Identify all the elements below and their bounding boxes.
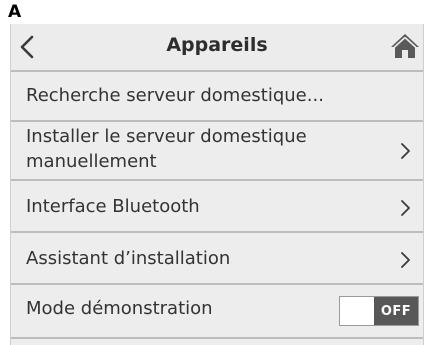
chevron-right-icon <box>401 143 410 159</box>
menu-item-demo-mode: Mode démonstration OFF <box>11 285 423 339</box>
home-icon[interactable] <box>389 32 421 60</box>
devices-screen: Appareils Recherche serveur domestique..… <box>10 24 424 345</box>
demo-mode-toggle[interactable]: OFF <box>339 296 419 326</box>
page-title: Appareils <box>166 34 268 56</box>
menu-item-label-line2: manuellement <box>26 151 157 172</box>
menu-item-label: Mode démonstration <box>26 298 213 319</box>
toggle-state-label: OFF <box>374 297 418 325</box>
header-bar: Appareils <box>11 24 423 72</box>
menu-item-label: Assistant d’installation <box>26 248 231 269</box>
menu-item-bluetooth-interface[interactable]: Interface Bluetooth <box>11 181 423 233</box>
chevron-right-icon <box>401 200 410 216</box>
menu-item-install-home-server-manually[interactable]: Installer le serveur domestique manuelle… <box>11 122 423 181</box>
panel-label: A <box>8 2 22 22</box>
menu-item-search-home-server[interactable]: Recherche serveur domestique... <box>11 72 423 122</box>
chevron-right-icon <box>401 252 410 268</box>
menu-item-installation-assistant[interactable]: Assistant d’installation <box>11 233 423 285</box>
menu-item-label: Interface Bluetooth <box>26 196 200 217</box>
menu-item-label: Recherche serveur domestique... <box>26 85 324 106</box>
menu-item-label-line1: Installer le serveur domestique <box>26 126 307 147</box>
